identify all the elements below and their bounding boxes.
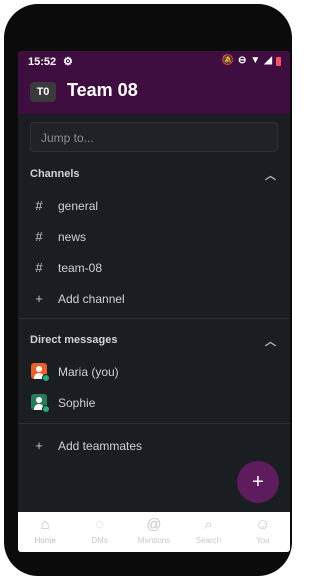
plus-icon: + [35,291,43,306]
tab-label: Search [195,536,222,545]
channel-label: general [58,199,99,213]
add-channel-label: Add channel [58,292,125,306]
status-bar: 15:52 ⚙ 🔕 ⊖ ▼ ◢ [18,51,290,73]
home-icon: ⌂ [40,516,50,533]
tab-dms[interactable]: ◌ DMs [72,512,126,552]
dm-section-header[interactable]: Direct messages ︿ [30,334,278,350]
hash-icon: # [35,260,43,275]
avatar [31,363,50,382]
channel-item-news[interactable]: # news [18,223,290,249]
presence-dot [42,405,50,413]
wifi-icon: ▼ [250,55,261,66]
tab-label: You [256,536,270,545]
battery-icon [276,56,281,66]
you-icon: ☺ [255,516,271,533]
hash-icon: # [35,229,43,244]
tab-home[interactable]: ⌂ Home [18,512,72,552]
channel-item-general[interactable]: # general [18,192,290,218]
app-screen: 15:52 ⚙ 🔕 ⊖ ▼ ◢ T0 Team 08 Jump to... Ch… [18,51,290,552]
gear-icon: ⚙ [63,56,73,68]
channels-title: Channels [30,168,80,180]
add-teammates-button[interactable]: + Add teammates [18,432,290,458]
jump-to-placeholder: Jump to... [41,131,94,145]
dm-title: Direct messages [30,334,118,346]
dm-item-maria[interactable]: Maria (you) [18,358,290,384]
team-name[interactable]: Team 08 [67,80,138,101]
tab-you[interactable]: ☺ You [236,512,290,552]
tab-label: DMs [91,536,108,545]
mentions-icon: @ [146,516,162,533]
dm-label: Sophie [58,396,96,410]
channel-label: news [58,230,87,244]
hash-icon: # [35,198,43,213]
channels-section-header[interactable]: Channels ︿ [30,168,278,184]
tab-search[interactable]: ⌕ Search [181,512,235,552]
section-divider [18,423,290,424]
presence-dot [42,374,50,382]
status-time: 15:52 [28,56,57,68]
team-avatar[interactable]: T0 [30,82,56,102]
channel-label: team-08 [58,261,103,275]
do-not-disturb-icon: ⊖ [238,55,247,66]
signal-icon: ◢ [264,55,272,66]
status-icons: 🔕 ⊖ ▼ ◢ [222,55,281,67]
add-channel-button[interactable]: + Add channel [18,285,290,311]
phone-frame: 15:52 ⚙ 🔕 ⊖ ▼ ◢ T0 Team 08 Jump to... Ch… [4,4,292,576]
notifications-off-icon: 🔕 [221,55,234,66]
search-icon: ⌕ [204,516,213,533]
add-teammates-label: Add teammates [58,439,143,453]
dm-item-sophie[interactable]: Sophie [18,389,290,415]
tab-label: Mentions [137,536,171,545]
section-divider [18,318,290,319]
plus-icon: + [35,438,43,453]
jump-to-input[interactable]: Jump to... [30,122,278,152]
bottom-tab-bar: ⌂ Home ◌ DMs @ Mentions ⌕ Search ☺ You [18,512,290,552]
channel-item-team-08[interactable]: # team-08 [18,254,290,280]
tab-label: Home [34,536,56,545]
chevron-up-icon[interactable]: ︿ [265,167,276,183]
tab-mentions[interactable]: @ Mentions [127,512,181,552]
dms-icon: ◌ [95,516,105,533]
compose-button[interactable]: + [237,461,279,503]
chevron-up-icon[interactable]: ︿ [265,333,276,349]
team-header: T0 Team 08 [18,73,290,114]
dm-label: Maria (you) [58,365,119,379]
avatar [31,394,50,413]
